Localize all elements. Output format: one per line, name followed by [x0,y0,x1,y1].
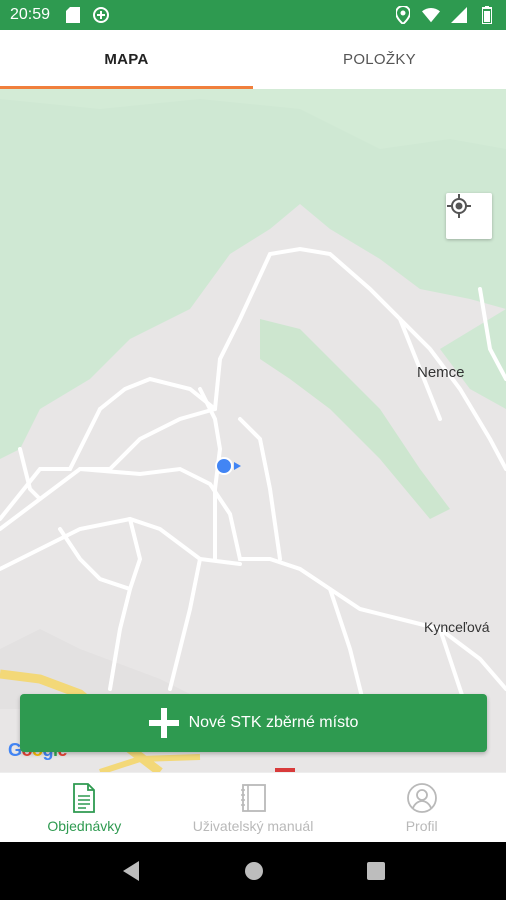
nav-profil-label: Profil [405,817,438,834]
tab-bar: MAPA POLOŽKY [0,30,506,88]
sd-card-icon [64,6,82,24]
my-location-icon [447,194,471,218]
map-label-nemce: Nemce [417,364,465,381]
map-canvas [0,89,506,772]
map-label-kyncelova: Kynceľová [424,619,490,635]
profile-icon [406,782,437,813]
data-saver-icon [92,6,110,24]
map-view[interactable]: Nemce Kynceľová Google [0,89,506,772]
location-icon [394,6,412,24]
status-icons [384,6,496,24]
recents-icon[interactable] [366,862,385,880]
home-icon[interactable] [244,861,264,881]
battery-icon [478,6,496,24]
nav-manual-label: Uživatelský manuál [192,817,314,834]
wifi-icon [422,6,440,24]
manual-icon [241,783,266,812]
document-icon [73,782,96,813]
status-bar: 20:59 [0,0,506,30]
nav-uzivatelsky-manual[interactable]: Uživatelský manuál [169,773,338,842]
status-time: 20:59 [10,6,51,23]
add-stk-point-label: Nové STK zběrné místo [188,714,359,731]
bottom-nav: Objednávky Uživatelský manuál Profil [0,772,506,842]
tab-mapa[interactable]: MAPA [0,30,253,88]
my-location-button[interactable] [446,193,492,239]
add-stk-point-button[interactable]: Nové STK zběrné místo [20,694,487,752]
system-nav-bar [0,842,506,900]
signal-icon [450,6,468,24]
plus-icon [148,708,179,738]
nav-profil[interactable]: Profil [337,773,506,842]
tab-polozky[interactable]: POLOŽKY [253,30,506,88]
back-icon[interactable] [121,860,141,882]
nav-objednavky[interactable]: Objednávky [0,773,169,842]
nav-objednavky-label: Objednávky [47,817,122,834]
app-root: 20:59 MAPA POLOŽKY Nemce Kynceľová G Nov… [0,0,506,900]
